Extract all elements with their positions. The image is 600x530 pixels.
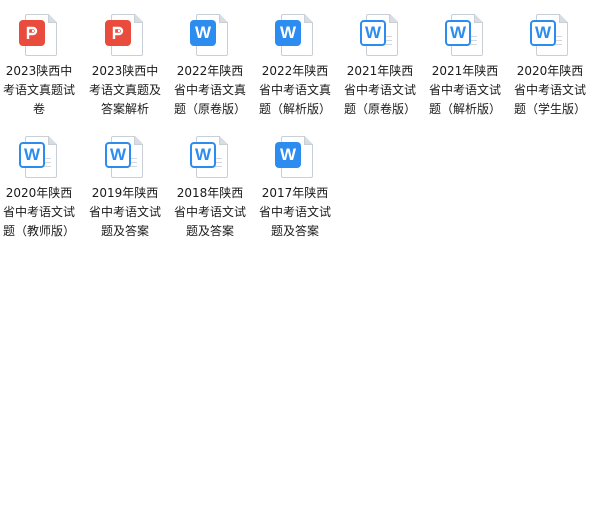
file-name: 2022年陕西省中考语文真题（解析版）: [258, 64, 331, 116]
file-name: 2017年陕西省中考语文试题及答案: [258, 186, 331, 238]
file-name: 2021年陕西省中考语文试题（解析版）: [428, 64, 501, 116]
file-name: 2019年陕西省中考语文试题及答案: [88, 186, 161, 238]
file-item[interactable]: W 2020年陕西省中考语文试题（学生版）: [511, 0, 589, 116]
file-item[interactable]: 2023陕西中考语文真题试卷: [0, 0, 78, 116]
file-name: 2023陕西中考语文真题试卷: [2, 64, 75, 116]
file-item[interactable]: W 2018年陕西省中考语文试题及答案: [171, 122, 249, 238]
file-name: 2018年陕西省中考语文试题及答案: [173, 186, 246, 238]
word-file-icon: W: [190, 136, 230, 180]
file-item[interactable]: W 2022年陕西省中考语文真题（原卷版）: [171, 0, 249, 116]
file-name: 2022年陕西省中考语文真题（原卷版）: [173, 64, 246, 116]
word-file-icon: W: [105, 136, 145, 180]
file-item[interactable]: W 2021年陕西省中考语文试题（解析版）: [426, 0, 504, 116]
file-item[interactable]: W 2019年陕西省中考语文试题及答案: [86, 122, 164, 238]
file-grid: 2023陕西中考语文真题试卷 2023陕西中考语文真题及答案解析 W 2022年…: [0, 0, 600, 530]
file-name: 2023陕西中考语文真题及答案解析: [88, 64, 161, 116]
file-name: 2020年陕西省中考语文试题（学生版）: [513, 64, 586, 116]
file-item[interactable]: W 2021年陕西省中考语文试题（原卷版）: [341, 0, 419, 116]
word-file-icon: W: [275, 14, 315, 58]
file-item[interactable]: 2023陕西中考语文真题及答案解析: [86, 0, 164, 116]
pdf-file-icon: [105, 14, 145, 58]
word-file-icon: W: [445, 14, 485, 58]
pdf-file-icon: [19, 14, 59, 58]
file-item[interactable]: W 2022年陕西省中考语文真题（解析版）: [256, 0, 334, 116]
word-file-icon: W: [530, 14, 570, 58]
file-item[interactable]: W 2017年陕西省中考语文试题及答案: [256, 122, 334, 238]
file-item[interactable]: W 2020年陕西省中考语文试题（教师版）: [0, 122, 78, 238]
word-file-icon: W: [19, 136, 59, 180]
word-file-icon: W: [360, 14, 400, 58]
word-file-icon: W: [275, 136, 315, 180]
file-name: 2021年陕西省中考语文试题（原卷版）: [343, 64, 416, 116]
file-name: 2020年陕西省中考语文试题（教师版）: [2, 186, 75, 238]
word-file-icon: W: [190, 14, 230, 58]
